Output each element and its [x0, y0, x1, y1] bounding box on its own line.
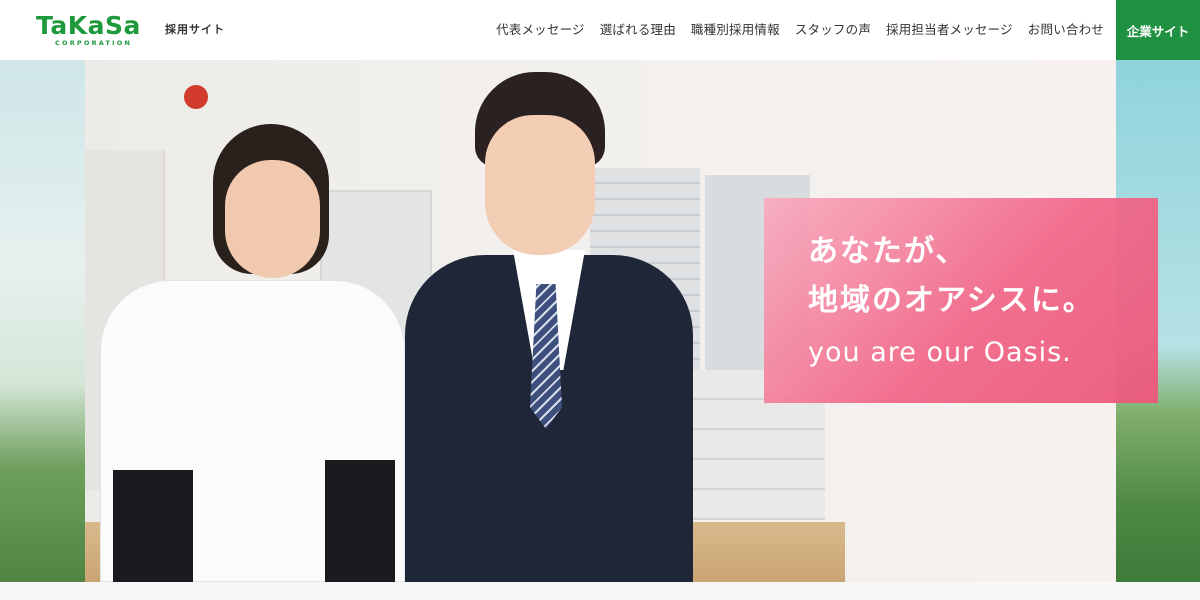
photo-staff-sleeve-right	[325, 460, 395, 582]
catch-line-1: あなたが、	[808, 234, 968, 269]
nav-job-info[interactable]: 職種別採用情報	[691, 0, 780, 60]
global-nav: 代表メッセージ 選ばれる理由 職種別採用情報 スタッフの声 採用担当者メッセージ…	[481, 0, 1104, 60]
nav-reasons[interactable]: 選ばれる理由	[600, 0, 676, 60]
photo-alarm-bell	[184, 85, 208, 109]
site-label: 採用サイト	[165, 23, 225, 36]
hero-catch-copy: あなたが、 地域のオアシスに。 you are our Oasis.	[764, 198, 1158, 403]
photo-staff-sleeve-left	[113, 470, 193, 582]
takasa-logo[interactable]: TaKaSa CORPORATION	[36, 11, 146, 48]
nav-contact[interactable]: お問い合わせ	[1028, 0, 1104, 60]
catch-line-2: 地域のオアシスに。	[808, 283, 1095, 318]
photo-staff-face	[225, 160, 320, 278]
nav-staff-voice[interactable]: スタッフの声	[795, 0, 871, 60]
photo-man-face	[485, 115, 595, 255]
page-bottom-strip	[0, 582, 1200, 600]
hero-section: あなたが、 地域のオアシスに。 you are our Oasis.	[0, 60, 1200, 582]
catch-line-3: you are our Oasis.	[808, 337, 1072, 368]
logo-wordmark: TaKaSa	[36, 11, 141, 40]
logo-subtitle: CORPORATION	[55, 39, 133, 47]
nav-recruiter-message[interactable]: 採用担当者メッセージ	[886, 0, 1013, 60]
nav-ceo-message[interactable]: 代表メッセージ	[496, 0, 585, 60]
hero-background-left	[0, 60, 85, 582]
corporate-site-button[interactable]: 企業サイト	[1116, 0, 1200, 60]
site-header: TaKaSa CORPORATION 採用サイト 代表メッセージ 選ばれる理由 …	[0, 0, 1200, 60]
